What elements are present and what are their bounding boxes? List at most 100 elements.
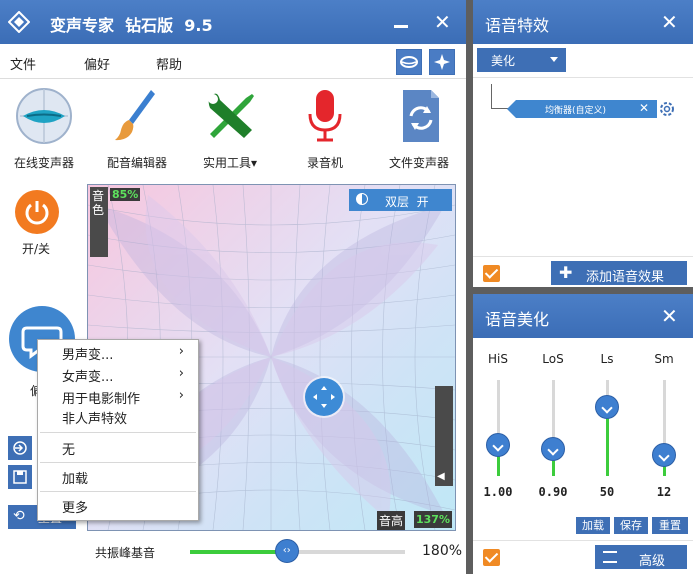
lips-globe-icon	[16, 88, 72, 144]
dual-layer-toggle[interactable]: 双层 开	[349, 189, 452, 211]
dual-layer-label: 双层 开	[385, 195, 429, 209]
effects-title: 语音特效	[485, 16, 550, 35]
menu-preferences[interactable]: 偏好	[84, 54, 110, 73]
effects-close-button[interactable]: ✕	[661, 12, 678, 32]
plus-icon: ✚	[559, 263, 573, 282]
beautify-save-button[interactable]: 保存	[614, 517, 648, 534]
beautify-load-button[interactable]: 加载	[576, 517, 610, 534]
mini-mode-button[interactable]	[396, 49, 422, 75]
slider-knob[interactable]	[486, 433, 510, 458]
import-button[interactable]	[8, 436, 32, 460]
main-window: 变声专家 钻石版 9.5 ✕ 文件 偏好 帮助 在线变声器 配音编辑器 实用工具…	[0, 0, 466, 574]
slider-knob[interactable]	[652, 442, 676, 467]
slider-name: Sm	[654, 352, 674, 366]
beautify-footer-divider	[473, 540, 693, 541]
slider-name: HiS	[488, 352, 508, 366]
power-button[interactable]	[15, 190, 59, 234]
power-icon	[25, 201, 49, 225]
slider-value: 50	[599, 485, 615, 499]
tool-label: 文件变声器	[388, 156, 449, 170]
chain-connector	[491, 84, 508, 109]
effects-window: 语音特效 ✕ 美化 均衡器(自定义) ✕ ✚ 添加语音效果	[473, 0, 693, 287]
slider-los[interactable]: LoS 0.90	[533, 352, 573, 499]
dropdown-value: 美化	[491, 54, 516, 68]
effect-node-label: 均衡器(自定义)	[545, 106, 607, 116]
speaker-icon[interactable]: ◀	[437, 471, 451, 483]
slider-name: Ls	[600, 352, 614, 366]
menu-separator	[40, 432, 196, 433]
remove-effect-icon[interactable]: ✕	[639, 101, 649, 115]
effects-toggle-button[interactable]	[429, 49, 455, 75]
move-arrows-icon	[313, 386, 335, 408]
wrench-screwdriver-icon	[208, 93, 254, 138]
pitch-label: 音高	[377, 511, 406, 530]
tool-label: 录音机	[306, 156, 343, 170]
effects-enable-checkbox[interactable]	[483, 265, 500, 282]
tool-label: 实用工具	[202, 156, 251, 170]
effects-footer-divider	[473, 256, 693, 257]
submenu-arrow-icon: ›	[178, 344, 184, 359]
resonance-slider-knob[interactable]: ‹›	[274, 539, 299, 563]
microphone-icon	[308, 90, 342, 142]
tool-utilities[interactable]: 实用工具▾	[190, 86, 270, 170]
add-effect-button[interactable]: ✚ 添加语音效果	[551, 261, 687, 285]
minimize-button[interactable]	[394, 25, 408, 28]
menu-separator	[40, 462, 196, 463]
slider-value: 12	[656, 485, 672, 499]
menu-item-film[interactable]: 用于电影制作	[62, 388, 140, 407]
pad-handle[interactable]	[305, 378, 343, 416]
tool-online-changer[interactable]: 在线变声器	[4, 86, 84, 170]
menu-item-more[interactable]: 更多	[62, 497, 88, 516]
tool-file-changer[interactable]: 文件变声器	[379, 86, 459, 170]
tool-label: 在线变声器	[13, 156, 74, 170]
preset-context-menu: 男声变... › 女声变... › 用于电影制作 › 非人声特效 无 加载 更多	[37, 339, 199, 521]
slider-knob[interactable]	[541, 437, 565, 462]
effect-node[interactable]: 均衡器(自定义) ✕	[507, 100, 657, 118]
effect-settings-gear-icon[interactable]	[657, 99, 677, 119]
menu-divider	[0, 78, 466, 79]
timbre-label: 音色	[92, 189, 105, 217]
sparkle-icon	[434, 54, 450, 70]
main-title: 变声专家 钻石版 9.5	[50, 16, 213, 35]
beautify-reset-button[interactable]: 重置	[652, 517, 688, 534]
submenu-arrow-icon: ›	[178, 366, 184, 381]
menu-item-load[interactable]: 加载	[62, 468, 88, 487]
effect-category-dropdown[interactable]: 美化	[477, 48, 566, 72]
main-close-button[interactable]: ✕	[434, 12, 451, 32]
menu-item-nonhuman[interactable]: 非人声特效	[62, 408, 127, 427]
tool-recorder[interactable]: 录音机	[285, 86, 365, 170]
import-icon	[13, 441, 27, 455]
paintbrush-icon	[115, 90, 155, 141]
slider-ls[interactable]: Ls 50	[587, 352, 627, 499]
beautify-enable-checkbox[interactable]	[483, 549, 500, 566]
beautify-title-bar[interactable]: 语音美化 ✕	[473, 294, 693, 338]
dropdown-arrow-icon	[550, 57, 558, 62]
advanced-button[interactable]: 高级	[595, 545, 687, 569]
effects-title-bar[interactable]: 语音特效 ✕	[473, 0, 693, 44]
save-preset-button[interactable]	[8, 465, 32, 489]
slider-knob[interactable]	[595, 394, 619, 419]
effects-divider	[473, 77, 693, 78]
submenu-arrow-icon: ›	[178, 388, 184, 403]
beautify-window: 语音美化 ✕ HiS 1.00 LoS 0.90 Ls 50 Sm 12 加载 …	[473, 294, 693, 574]
menu-item-male-voice[interactable]: 男声变...	[62, 344, 113, 363]
half-circle-icon	[356, 193, 368, 205]
add-effect-label: 添加语音效果	[586, 270, 665, 285]
tool-dub-editor[interactable]: 配音编辑器	[97, 86, 177, 170]
menu-help[interactable]: 帮助	[156, 54, 182, 73]
menu-item-none[interactable]: 无	[62, 439, 75, 458]
main-title-bar[interactable]: 变声专家 钻石版 9.5 ✕	[0, 0, 466, 44]
beautify-close-button[interactable]: ✕	[661, 306, 678, 326]
pitch-value: 137%	[414, 511, 452, 528]
slider-his[interactable]: HiS 1.00	[478, 352, 518, 499]
slider-value: 1.00	[483, 485, 513, 499]
power-label: 开/关	[22, 242, 51, 256]
menu-item-female-voice[interactable]: 女声变...	[62, 366, 113, 385]
menu-file[interactable]: 文件	[10, 54, 36, 73]
menu-separator	[40, 491, 196, 492]
app-logo-icon	[7, 10, 31, 34]
slider-sm[interactable]: Sm 12	[644, 352, 684, 499]
resonance-slider[interactable]: ‹›	[190, 539, 405, 563]
beautify-title: 语音美化	[485, 310, 550, 329]
lips-icon	[400, 56, 418, 68]
